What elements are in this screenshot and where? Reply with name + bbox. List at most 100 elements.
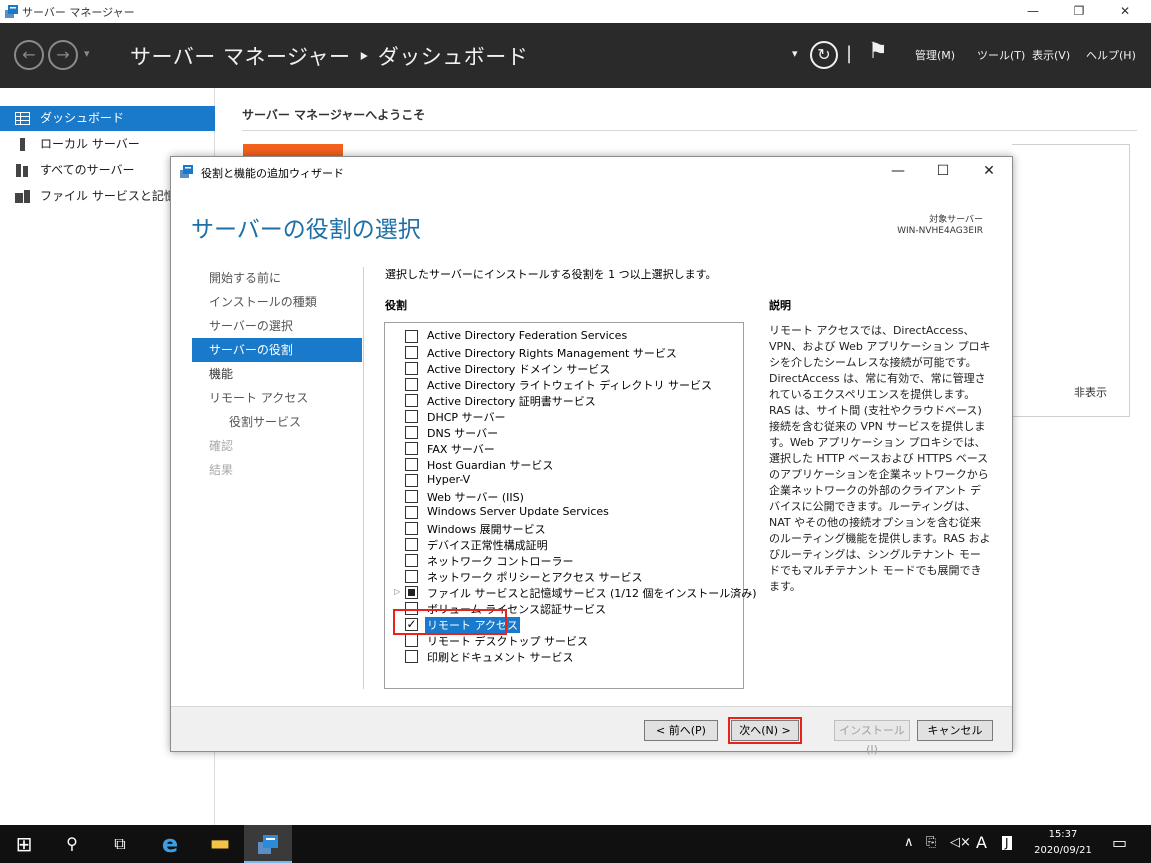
sidebar-item-label: ファイル サービスと記憶域 [40,189,188,203]
role-checkbox[interactable] [405,474,418,487]
hide-link[interactable]: 非表示 [1074,384,1107,400]
role-label: Active Directory 証明書サービス [427,395,596,408]
step-confirmation: 確認 [209,439,234,453]
role-checkbox[interactable] [405,634,418,647]
role-label: Host Guardian サービス [427,459,554,472]
minimize-button[interactable]: — [1010,0,1056,23]
sidebar-item-local-server[interactable]: ローカル サーバー [0,132,215,157]
role-label: Active Directory ドメイン サービス [427,363,611,376]
role-checkbox[interactable] [405,490,418,503]
back-button[interactable]: ← [14,40,44,70]
destination-server-label: 対象サーバー [929,215,983,225]
menu-manage[interactable]: 管理(M) [915,47,955,63]
file-explorer-icon[interactable]: ▬ [196,825,244,863]
role-checkbox[interactable] [405,426,418,439]
role-checkbox[interactable] [405,362,418,375]
sidebar-item-label: ダッシュボード [40,111,125,125]
step-features[interactable]: 機能 [192,362,362,386]
wizard-close-button[interactable]: ✕ [967,160,1011,182]
step-remote-access[interactable]: リモート アクセス [192,386,362,410]
role-checkbox[interactable] [405,522,418,535]
task-view-icon[interactable]: ⧉ [96,825,144,863]
description-title: 説明 [769,299,791,312]
role-label: DNS サーバー [427,427,499,440]
menu-tools[interactable]: ツール(T) [977,47,1025,63]
cancel-button[interactable]: キャンセル [917,720,993,741]
ime-icon[interactable]: J [1002,836,1012,850]
role-checkbox[interactable] [405,378,418,391]
clock-time[interactable]: 15:37 [1036,829,1090,840]
notifications-flag-icon[interactable]: ⚑ [868,39,888,64]
breadcrumb: サーバー マネージャー ‣ ダッシュボード [130,45,529,69]
role-checkbox[interactable] [405,570,418,583]
role-checkbox[interactable] [405,346,418,359]
destination-server-name: WIN-NVHE4AG3EIR [897,226,983,236]
wizard-maximize-button[interactable]: ☐ [921,160,965,182]
refresh-icon[interactable]: ↻ [810,41,838,69]
start-icon[interactable]: ⊞ [0,825,48,863]
welcome-panel [1012,144,1130,417]
role-checkbox[interactable] [405,394,418,407]
menu-help[interactable]: ヘルプ(H) [1086,47,1136,63]
wizard-footer: < 前へ(P) 次へ(N) > インストール(I) キャンセル [171,706,1012,756]
window-title: サーバー マネージャー [22,6,135,19]
forward-button[interactable]: → [48,40,78,70]
step-server-roles[interactable]: サーバーの役割 [192,338,362,362]
step-before-you-begin[interactable]: 開始する前に [192,266,362,290]
server-manager-taskbar-button[interactable] [244,825,292,863]
dropdown-icon[interactable]: ▾ [792,47,798,60]
role-checkbox[interactable] [405,586,418,599]
divider [242,130,1137,131]
header-separator: | [846,43,853,64]
server-manager-icon [258,835,278,854]
role-checkbox[interactable] [405,410,418,423]
role-label: Windows Server Update Services [427,505,609,518]
clock-date[interactable]: 2020/09/21 [1030,845,1096,856]
taskbar: ⊞ ⚲ ⧉ e ▬ ∧ ⎘ ◁× A J 15:37 2020/09/21 ▭ [0,825,1151,863]
role-label: ネットワーク ポリシーとアクセス サービス [427,571,643,584]
internet-explorer-icon[interactable]: e [146,825,194,863]
role-checkbox[interactable] [405,442,418,455]
show-hidden-icons-icon[interactable]: ∧ [904,835,914,850]
wizard-heading: サーバーの役割の選択 [191,217,421,243]
sidebar-item-dashboard[interactable]: ダッシュボード [0,106,215,131]
servers-icon [16,164,28,177]
role-label: Active Directory Rights Management サービス [427,347,677,360]
role-label: Windows 展開サービス [427,523,546,536]
role-checkbox[interactable] [405,330,418,343]
previous-button[interactable]: < 前へ(P) [644,720,718,741]
network-icon[interactable]: ⎘ [926,835,936,850]
menu-view[interactable]: 表示(V) [1032,47,1070,63]
step-results: 結果 [209,463,234,477]
step-server-selection[interactable]: サーバーの選択 [192,314,362,338]
role-label: ネットワーク コントローラー [427,555,574,568]
role-checkbox[interactable] [405,554,418,567]
description-text: リモート アクセスでは、DirectAccess、VPN、および Web アプリ… [769,324,991,593]
role-checkbox[interactable] [405,650,418,663]
server-manager-app-icon [5,5,18,18]
notification-center-icon[interactable]: ▭ [1112,833,1127,852]
add-roles-wizard-dialog: 役割と機能の追加ウィザード — ☐ ✕ サーバーの役割の選択 対象サーバー WI… [170,156,1013,756]
role-checkbox[interactable] [405,458,418,471]
steps-divider [363,267,364,689]
dashboard-icon [15,112,30,125]
history-dropdown-icon[interactable]: ▾ [84,47,90,60]
close-button[interactable]: ✕ [1102,0,1148,23]
role-label: DHCP サーバー [427,411,506,424]
role-label: Active Directory Federation Services [427,329,628,342]
step-role-services[interactable]: 役割サービス [192,410,362,434]
wizard-minimize-button[interactable]: — [876,160,920,182]
expand-arrow-icon[interactable]: ▷ [394,587,400,596]
ime-mode-icon[interactable]: A [976,833,987,852]
step-installation-type[interactable]: インストールの種類 [192,290,362,314]
storage-icon [15,190,30,203]
role-checkbox[interactable] [405,538,418,551]
volume-muted-icon[interactable]: ◁× [950,835,971,850]
annotation-highlight-remote-access [393,609,507,635]
roles-label: 役割 [385,299,407,312]
role-label: 印刷とドキュメント サービス [427,651,574,664]
restore-button[interactable]: ❐ [1056,0,1102,23]
search-icon[interactable]: ⚲ [48,825,96,863]
sidebar-item-label: すべてのサーバー [40,163,135,177]
role-checkbox[interactable] [405,506,418,519]
